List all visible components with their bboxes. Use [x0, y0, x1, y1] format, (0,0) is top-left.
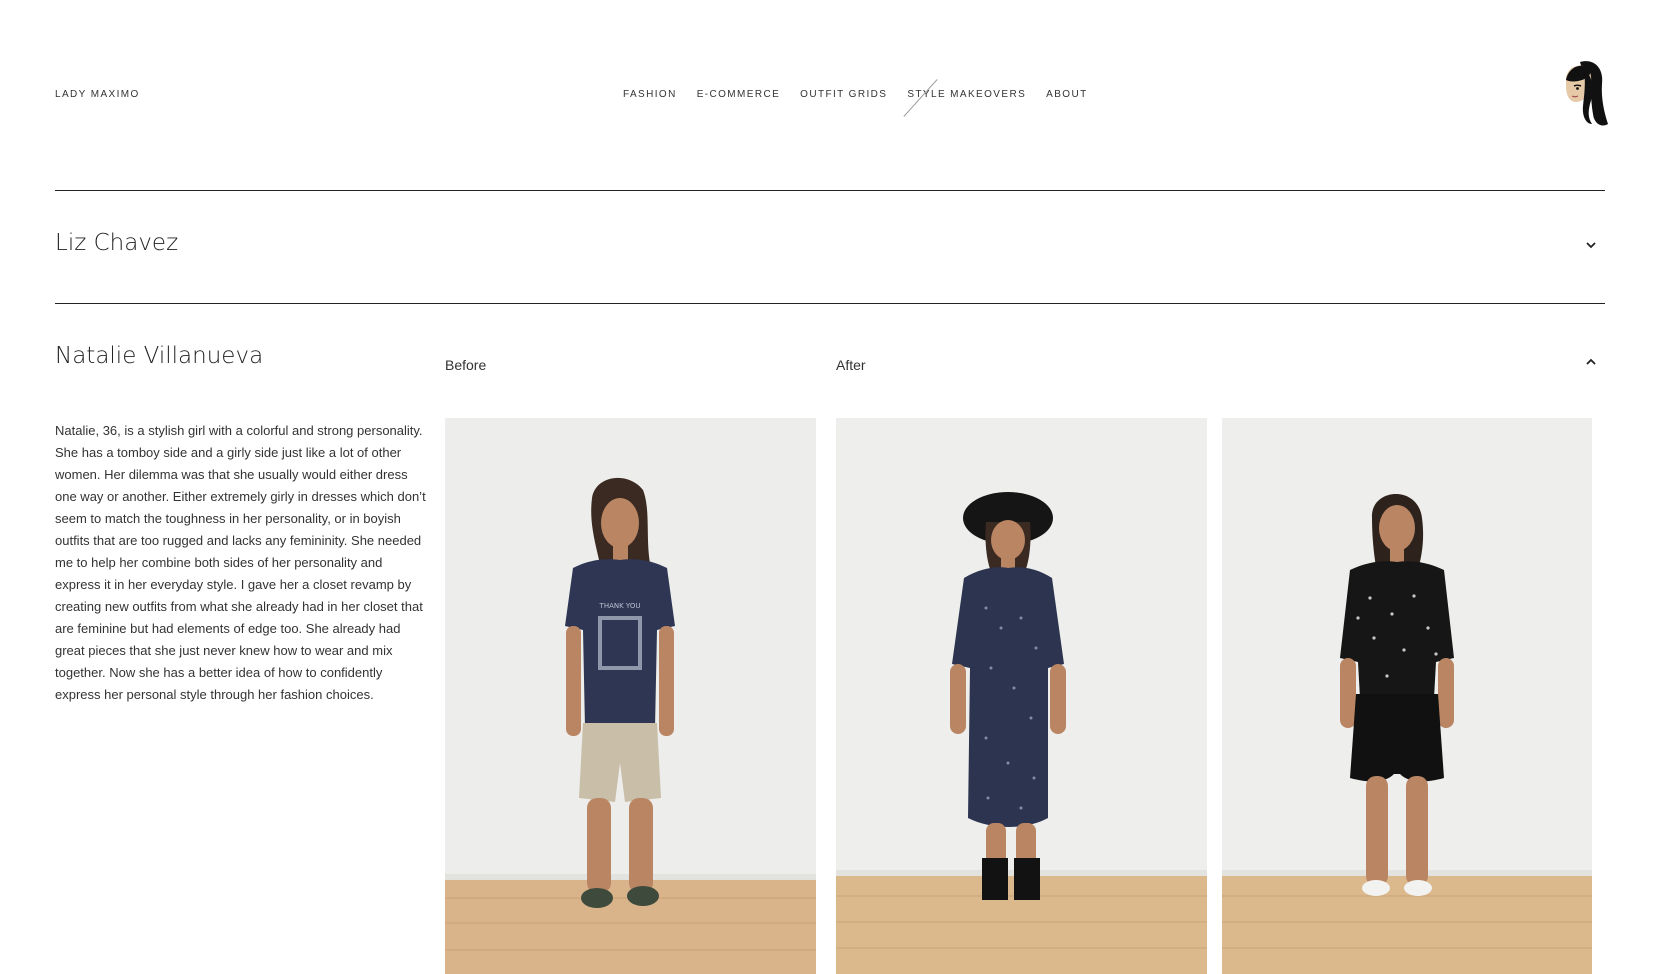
- before-label: Before: [445, 357, 487, 373]
- makeover-description: Natalie, 36, is a stylish girl with a co…: [55, 423, 426, 702]
- avatar-illustration-icon: [1566, 61, 1608, 126]
- accordion-divider-top: [55, 190, 1605, 191]
- nav-item-e-commerce[interactable]: E-COMMERCE: [697, 89, 780, 100]
- accordion-title-expanded[interactable]: Natalie Villanueva: [55, 343, 263, 369]
- nav-item-outfit-grids[interactable]: OUTFIT GRIDS: [800, 89, 887, 100]
- brand-logo-text[interactable]: LADY MAXIMO: [55, 89, 140, 100]
- chevron-down-icon[interactable]: [1584, 238, 1598, 252]
- chevron-up-icon[interactable]: [1584, 355, 1598, 369]
- after-label: After: [836, 357, 866, 373]
- site-header: LADY MAXIMO FASHION E-COMMERCE OUTFIT GR…: [0, 0, 1660, 190]
- nav-item-about[interactable]: ABOUT: [1046, 89, 1087, 100]
- svg-text:THANK YOU: THANK YOU: [599, 602, 641, 610]
- nav-item-fashion[interactable]: FASHION: [623, 89, 677, 100]
- accordion-divider-middle: [55, 303, 1605, 304]
- accordion-title-collapsed[interactable]: Liz Chavez: [55, 230, 178, 256]
- avatar[interactable]: [1558, 58, 1608, 130]
- main-nav: FASHION E-COMMERCE OUTFIT GRIDS STYLE MA…: [623, 89, 1088, 100]
- after-photo-2: [1222, 418, 1592, 974]
- before-photo: THANK YOU: [445, 418, 816, 974]
- after-photo-1: [836, 418, 1207, 974]
